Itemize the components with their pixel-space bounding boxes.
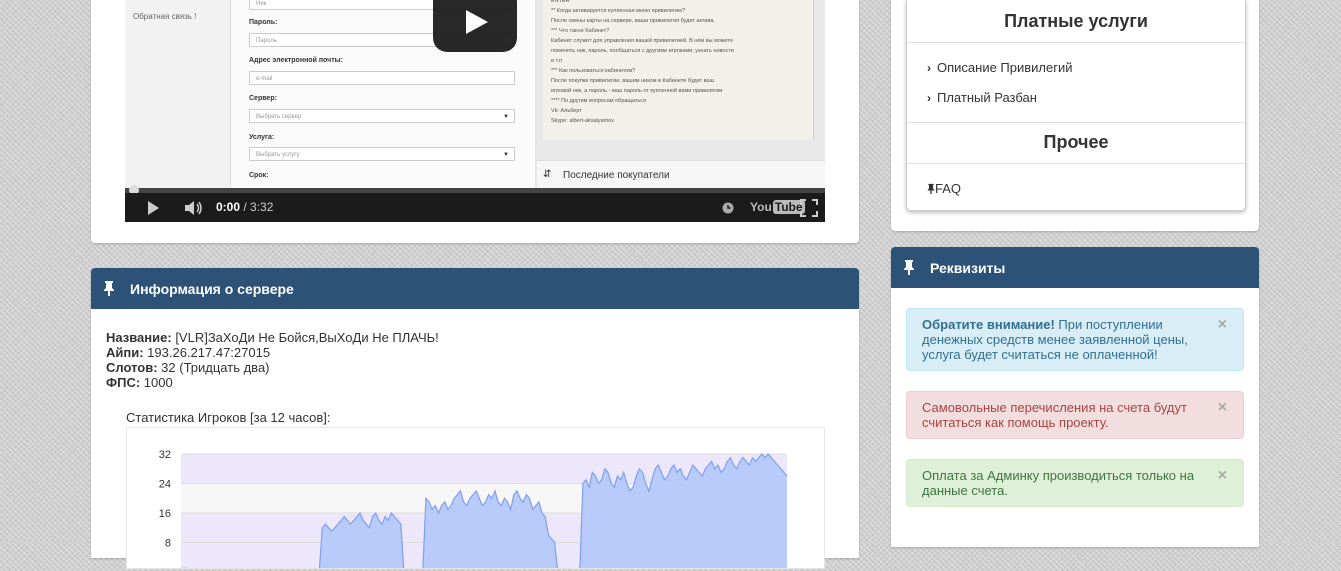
caret-down-icon: ▼ bbox=[503, 152, 509, 158]
menu-item-label: Описание Привилегий bbox=[937, 60, 1073, 75]
server-ip-label: Айпи: bbox=[106, 345, 144, 360]
video-total-time: / 3:32 bbox=[240, 200, 274, 214]
clock-icon[interactable] bbox=[722, 193, 734, 222]
server-ip-value: 193.26.217.47:27015 bbox=[143, 345, 271, 360]
video-frame-sidebar: Обратная связь ! bbox=[125, 0, 231, 188]
note-line: игровой ник, а пароль - ваш пароль от ку… bbox=[551, 88, 723, 94]
chevron-right-icon: › bbox=[927, 61, 931, 75]
youtube-video-player[interactable]: Обратная связь ! Ник Пароль: Пароль Адре… bbox=[125, 0, 825, 222]
note-line: *** Что такое Кабинет? bbox=[551, 28, 610, 34]
divider bbox=[907, 163, 1245, 164]
player-stats-svg: 32 24 16 8 bbox=[159, 449, 788, 571]
server-name-value: [VLR]ЗаХоДи Не Бойся,ВыХоДи Не ПЛАЧЬ! bbox=[171, 330, 439, 345]
y-tick-label: 8 bbox=[165, 538, 171, 550]
video-controls: 0:00 / 3:32 You Tube bbox=[125, 193, 825, 222]
youtube-logo[interactable]: You Tube bbox=[750, 193, 805, 222]
alert-danger-text: Самовольные перечисления на счета будут … bbox=[922, 400, 1187, 430]
menu-item-label: FAQ bbox=[935, 181, 962, 196]
password-label: Пароль: bbox=[249, 19, 278, 26]
caret-down-icon: ▼ bbox=[503, 114, 509, 120]
menu-item-privileges[interactable]: › Описание Привилегий bbox=[927, 60, 1073, 75]
divider bbox=[907, 122, 1245, 123]
note-line: ENTER bbox=[551, 0, 570, 4]
server-fps-label: ФПС: bbox=[106, 375, 141, 390]
email-label: Адрес электронной почты: bbox=[249, 57, 343, 64]
server-ip-row: Айпи: 193.26.217.47:27015 bbox=[106, 345, 270, 360]
term-label: Срок: bbox=[249, 172, 269, 179]
sort-icon: ⇵ bbox=[543, 169, 552, 180]
note-line: *** Как пользоваться кабинетом? bbox=[551, 68, 636, 74]
note-line: ** Когда активируется купленная мною при… bbox=[551, 8, 686, 14]
pin-icon bbox=[903, 259, 915, 278]
note-line: Кабинет служит для управления вашей прив… bbox=[551, 38, 733, 44]
server-info-header: Информация о сервере bbox=[91, 268, 859, 309]
menu-item-faq[interactable]: FAQ bbox=[927, 181, 961, 196]
player-stats-title: Статистика Игроков [за 12 часов]: bbox=[126, 410, 331, 425]
server-info-title: Информация о сервере bbox=[130, 281, 294, 297]
pin-icon bbox=[927, 181, 935, 196]
server-name-row: Название: [VLR]ЗаХоДи Не Бойся,ВыХоДи Не… bbox=[106, 330, 439, 345]
alert-success-text: Оплата за Админку производиться только н… bbox=[922, 468, 1195, 498]
service-select: Выбрать услугу ▼ bbox=[249, 147, 515, 161]
note-line: **** По другим вопросам обращаться bbox=[551, 98, 647, 104]
menu-item-label: Платный Разбан bbox=[937, 90, 1037, 105]
alert-info-strong: Обратите внимание! bbox=[922, 317, 1055, 332]
play-icon[interactable] bbox=[145, 193, 161, 222]
right-menu-panel: Платные услуги › Описание Привилегий › Пла… bbox=[891, 0, 1259, 231]
server-fps-row: ФПС: 1000 bbox=[106, 375, 173, 390]
note-line: и т.п bbox=[551, 58, 563, 64]
note-line: После смены карты на сервере, ваша приви… bbox=[551, 18, 715, 24]
close-icon[interactable]: × bbox=[1218, 317, 1227, 333]
note-line: Skype: albert-aksalyamov bbox=[551, 118, 614, 124]
play-icon bbox=[466, 10, 488, 34]
player-stats-chart: 32 24 16 8 bbox=[126, 427, 825, 571]
pin-icon bbox=[103, 280, 115, 299]
requisites-panel: Реквизиты Обратите внимание! При поступл… bbox=[891, 247, 1259, 547]
buyers-title: Последние покупатели bbox=[563, 170, 670, 181]
requisites-title: Реквизиты bbox=[930, 260, 1006, 276]
server-fps-value: 1000 bbox=[140, 375, 173, 390]
requisites-header: Реквизиты bbox=[891, 247, 1259, 288]
service-label: Услуга: bbox=[249, 134, 275, 141]
volume-icon[interactable] bbox=[184, 193, 204, 222]
note-line: После покупки привилегии, вашим ником в … bbox=[551, 78, 714, 84]
server-info-panel: Информация о сервере Название: [VLR]ЗаХо… bbox=[91, 268, 859, 571]
youtube-logo-you: You bbox=[750, 200, 772, 214]
y-tick-label: 24 bbox=[159, 479, 171, 491]
play-button-large[interactable] bbox=[433, 0, 517, 52]
y-tick-label: 32 bbox=[159, 449, 171, 461]
video-frame-buyers: ⇵ Последние покупатели bbox=[537, 160, 825, 189]
menu-item-unban[interactable]: › Платный Разбан bbox=[927, 90, 1037, 105]
server-slots-value: 32 (Тридцать два) bbox=[157, 360, 270, 375]
video-current-time: 0:00 bbox=[216, 200, 241, 214]
fullscreen-icon[interactable] bbox=[800, 193, 818, 222]
note-line: Vk: Альберт bbox=[551, 108, 582, 114]
close-icon[interactable]: × bbox=[1218, 400, 1227, 416]
close-icon[interactable]: × bbox=[1218, 468, 1227, 484]
server-slots-label: Слотов: bbox=[106, 360, 158, 375]
service-select-value: Выбрать услугу bbox=[256, 152, 300, 158]
alert-info: Обратите внимание! При поступлении денеж… bbox=[906, 308, 1244, 371]
alert-success: Оплата за Админку производиться только н… bbox=[906, 459, 1244, 507]
note-line: поменять ник, пароль, пообщаться с други… bbox=[551, 48, 734, 54]
video-frame-notes: ENTER ** Когда активируется купленная мно… bbox=[543, 0, 814, 140]
chevron-right-icon: › bbox=[927, 91, 931, 105]
feedback-link: Обратная связь ! bbox=[133, 12, 197, 21]
y-tick-label: 16 bbox=[159, 508, 171, 520]
menu-card: Платные услуги › Описание Привилегий › Пла… bbox=[906, 0, 1246, 211]
server-slots-row: Слотов: 32 (Тридцать два) bbox=[106, 360, 270, 375]
other-heading: Прочее bbox=[1043, 132, 1109, 152]
server-label: Сервер: bbox=[249, 95, 277, 102]
video-panel: Обратная связь ! Ник Пароль: Пароль Адре… bbox=[91, 0, 859, 243]
server-select: Выбрать сервер ▼ bbox=[249, 109, 515, 123]
alert-danger: Самовольные перечисления на счета будут … bbox=[906, 391, 1244, 439]
server-name-label: Название: bbox=[106, 330, 172, 345]
email-field: e-mail bbox=[249, 71, 515, 85]
divider bbox=[907, 42, 1245, 43]
server-select-value: Выбрать сервер bbox=[256, 114, 302, 120]
paid-services-heading: Платные услуги bbox=[1004, 11, 1148, 31]
